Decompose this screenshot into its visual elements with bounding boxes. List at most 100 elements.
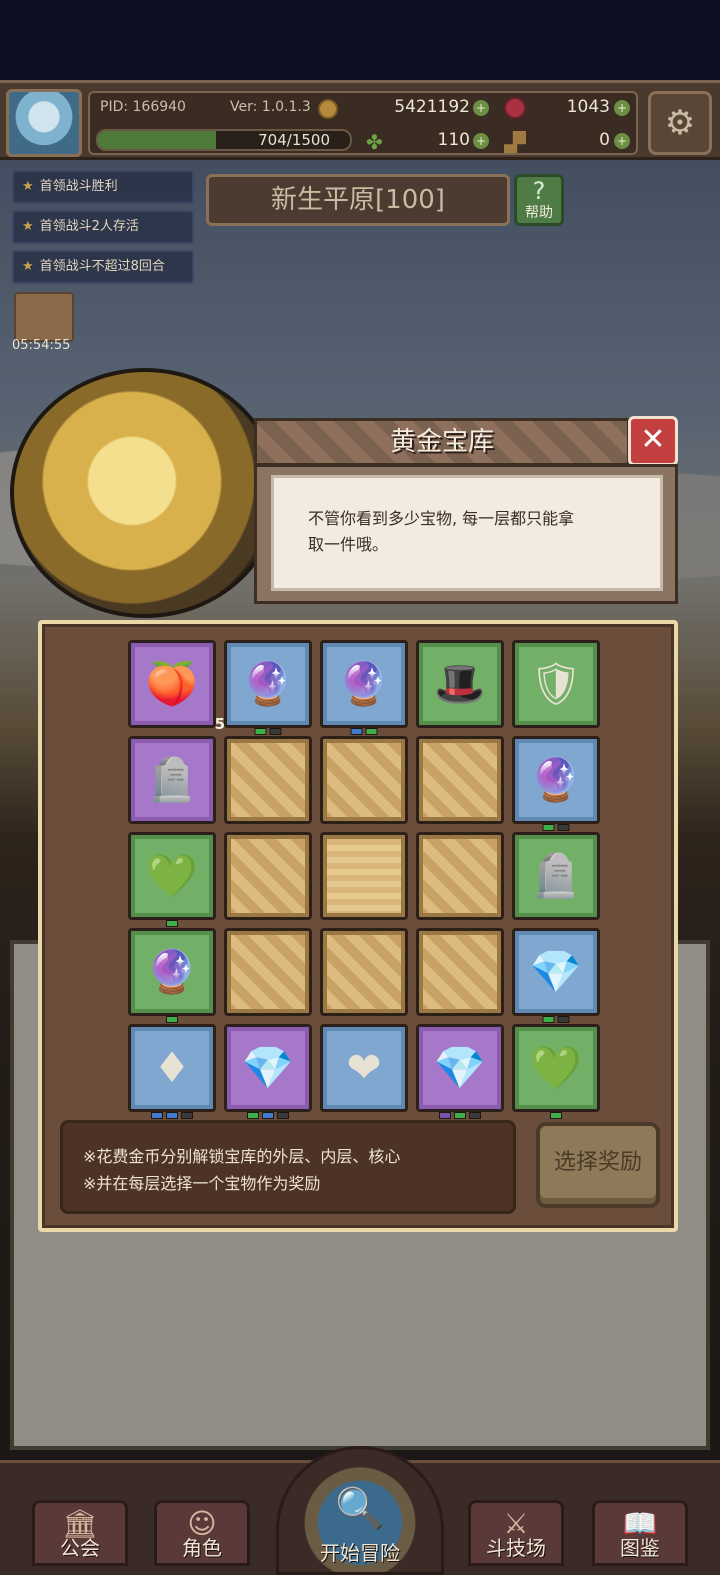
- rarity-dots: [350, 728, 378, 735]
- key-amount: 0: [599, 130, 610, 150]
- help-label: 帮助: [525, 205, 553, 221]
- gear-icon: ⚙: [664, 103, 696, 143]
- quest-item[interactable]: ★ 首领战斗不超过8回合: [12, 250, 194, 284]
- vault-cell: [320, 832, 408, 920]
- rarity-dot: [151, 1112, 163, 1119]
- rarity-dots: [254, 728, 282, 735]
- vault-cell[interactable]: 🪦: [128, 736, 216, 824]
- dialog-title: 黄金宝库: [254, 418, 630, 466]
- rarity-dot: [181, 1112, 193, 1119]
- star-icon: ★: [22, 219, 34, 234]
- rarity-dot: [542, 824, 555, 831]
- quest-item[interactable]: ★ 首领战斗2人存活: [12, 210, 194, 244]
- vault-cell[interactable]: 💚: [512, 1024, 600, 1119]
- vault-cell: [224, 832, 312, 920]
- vault-notes: ※花费金币分别解锁宝库的外层、内层、核心 ※并在每层选择一个宝物作为奖励: [60, 1120, 516, 1214]
- nav-guild[interactable]: 🏛 公会: [32, 1500, 128, 1566]
- ruby-gem-icon: [504, 97, 526, 119]
- rarity-dot: [166, 920, 178, 927]
- ruby-icon: ♦: [153, 1043, 191, 1092]
- rarity-dot: [277, 1112, 289, 1119]
- gold-amount: 5421192: [394, 97, 470, 117]
- rune-tablet-icon: 🪦: [529, 851, 583, 900]
- help-button[interactable]: ? 帮助: [514, 174, 564, 226]
- hat-icon: 🎩: [433, 659, 487, 708]
- nav-codex[interactable]: 📖 图鉴: [592, 1500, 688, 1566]
- chest-timer: 05:54:55: [12, 338, 71, 353]
- vault-cell: [224, 736, 312, 824]
- vault-cell[interactable]: 🍑 5: [128, 640, 225, 733]
- quest-item[interactable]: ★ 首领战斗胜利: [12, 170, 194, 204]
- white-diamond-icon: 💎: [529, 947, 583, 996]
- vault-cell[interactable]: 🔮: [224, 640, 312, 735]
- rarity-dots: [166, 920, 178, 927]
- star-icon: ★: [22, 259, 34, 274]
- resource-panel: PID: 166940 Ver: 1.0.1.3 5421192 + 1043 …: [88, 91, 638, 155]
- add-gold-button[interactable]: +: [473, 100, 489, 116]
- rarity-dots: [542, 1016, 570, 1023]
- crystal-orb-icon: 🔮: [337, 659, 391, 708]
- vault-cell[interactable]: 💎: [416, 1024, 504, 1119]
- shield-icon: 🛡: [529, 659, 583, 708]
- rarity-dots: [542, 824, 570, 831]
- vault-cell[interactable]: 💎: [224, 1024, 312, 1119]
- add-clover-button[interactable]: +: [473, 133, 489, 149]
- close-button[interactable]: ✕: [628, 416, 678, 466]
- crystal-orb-icon: 🔮: [529, 755, 583, 804]
- speech-line: 取一件哦。: [308, 535, 389, 554]
- rarity-dot: [166, 1016, 178, 1023]
- rune-tablet-icon: 🪦: [145, 755, 199, 804]
- experience-text: 704/1500: [258, 131, 330, 149]
- player-header: PID: 166940 Ver: 1.0.1.3 5421192 + 1043 …: [0, 80, 720, 160]
- nav-label: 斗技场: [486, 1536, 546, 1560]
- choose-reward-button[interactable]: 选择奖励: [536, 1122, 660, 1208]
- vault-cell[interactable]: ♦: [128, 1024, 216, 1119]
- nav-label: 图鉴: [620, 1536, 660, 1560]
- vault-panel: 🍑 5 🔮 🔮 🎩 🛡 🪦 🔮 💚 🪦 🔮 💎 ♦ 💎 ❤ 💎 💚 ※花费金币分别解锁宝库的外层、内层、核心 ※…: [38, 620, 678, 1232]
- avatar[interactable]: [6, 89, 82, 157]
- close-icon: ✕: [640, 422, 666, 457]
- clover-amount: 110: [437, 130, 470, 150]
- add-gems-button[interactable]: +: [614, 100, 630, 116]
- vault-cell: [416, 832, 504, 920]
- note-line: ※并在每层选择一个宝物作为奖励: [83, 1174, 321, 1193]
- rarity-dot: [550, 1112, 562, 1119]
- rarity-dot: [557, 824, 570, 831]
- white-diamond-icon: 💎: [241, 1043, 295, 1092]
- vault-grid: 🍑 5 🔮 🔮 🎩 🛡 🪦 🔮 💚 🪦 🔮 💎 ♦ 💎 ❤ 💎 💚: [128, 640, 600, 1119]
- vault-cell[interactable]: 🛡: [512, 640, 600, 728]
- key-icon: [504, 131, 526, 153]
- vault-cell[interactable]: 🔮: [320, 640, 408, 735]
- quest-label: 首领战斗胜利: [39, 179, 118, 194]
- version-label: Ver: 1.0.1.3: [230, 99, 311, 115]
- fruit-icon: 🍑: [145, 659, 199, 708]
- gift-chest-icon[interactable]: [14, 292, 74, 342]
- vault-cell[interactable]: 💎: [512, 928, 600, 1023]
- nav-label: 角色: [182, 1536, 222, 1560]
- rarity-dot: [542, 1016, 555, 1023]
- quest-label: 首领战斗2人存活: [39, 219, 139, 234]
- rarity-dot: [350, 728, 363, 735]
- vault-cell: [416, 928, 504, 1016]
- nav-character[interactable]: ☺ 角色: [154, 1500, 250, 1566]
- vault-cell[interactable]: 🔮: [128, 928, 216, 1023]
- nav-arena[interactable]: ⚔ 斗技场: [468, 1500, 564, 1566]
- rarity-dot: [365, 728, 378, 735]
- experience-bar: 704/1500: [96, 129, 352, 151]
- vault-cell[interactable]: 🎩: [416, 640, 504, 728]
- add-key-button[interactable]: +: [614, 133, 630, 149]
- vault-cell[interactable]: 💚: [128, 832, 216, 927]
- rarity-dot: [469, 1112, 481, 1119]
- clover-icon: ✤: [366, 130, 383, 154]
- magnifier-icon: 🔍: [335, 1486, 385, 1532]
- vault-cell: [320, 928, 408, 1016]
- rarity-dot: [254, 728, 267, 735]
- rarity-dots: [166, 1016, 178, 1023]
- vault-cell[interactable]: 🔮: [512, 736, 600, 831]
- rarity-dots: [439, 1112, 481, 1119]
- vault-cell[interactable]: 🪦: [512, 832, 600, 920]
- settings-button[interactable]: ⚙: [648, 91, 712, 155]
- rarity-dot: [439, 1112, 451, 1119]
- vault-cell[interactable]: ❤: [320, 1024, 408, 1112]
- rarity-dots: [151, 1112, 193, 1119]
